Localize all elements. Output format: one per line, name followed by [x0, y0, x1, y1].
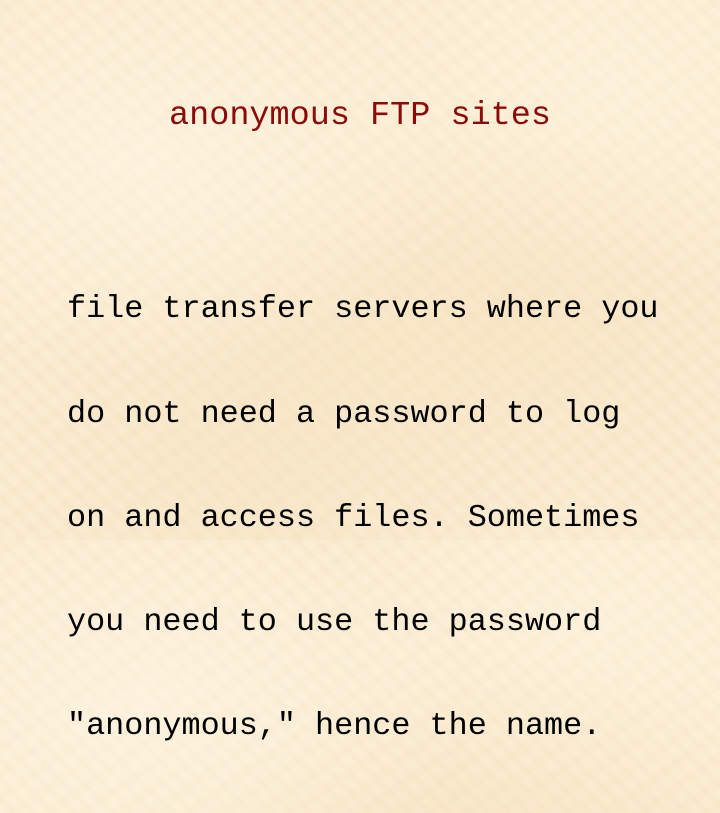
- body-line: you need to use the password: [67, 603, 602, 640]
- body-line: "anonymous," hence the name.: [67, 707, 602, 744]
- body-line: on and access files. Sometimes: [67, 499, 640, 536]
- body-line: do not need a password to log: [67, 395, 621, 432]
- body-line: file transfer servers where you: [67, 291, 659, 328]
- slide-body: file transfer servers where you do not n…: [67, 223, 659, 813]
- slide-title: anonymous FTP sites: [169, 97, 551, 135]
- slide: anonymous FTP sites file transfer server…: [0, 0, 720, 743]
